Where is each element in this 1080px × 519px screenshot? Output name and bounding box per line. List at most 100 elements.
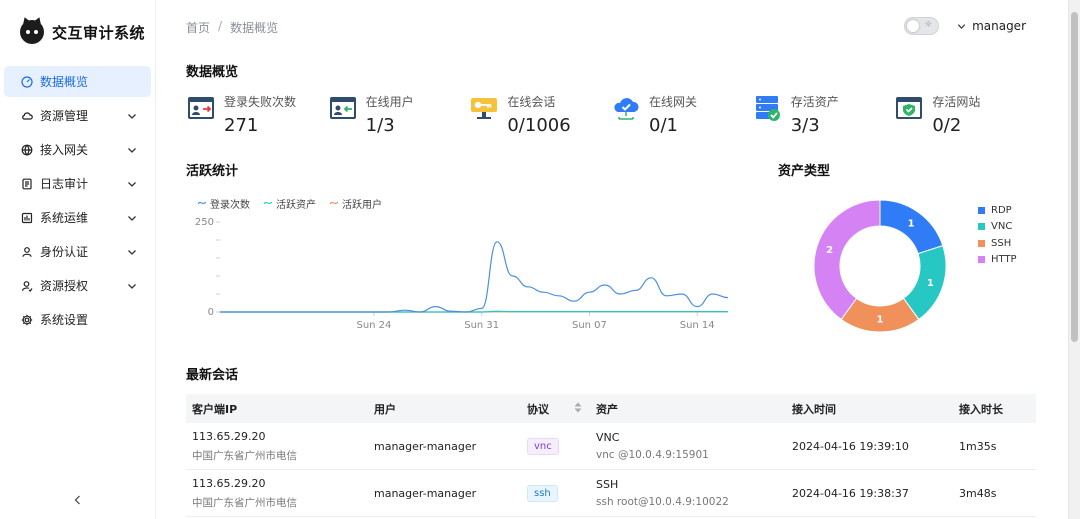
sidebar-item-ops[interactable]: 系统运维 bbox=[4, 202, 151, 233]
client-ip-cell: 113.65.29.20 中国广东省广州市电信 bbox=[186, 430, 368, 463]
client-ip: 113.65.29.20 bbox=[192, 476, 266, 490]
column-header: 资产 bbox=[590, 401, 786, 417]
legend-label: RDP bbox=[991, 204, 1012, 216]
stat-value: 0/1 bbox=[649, 115, 678, 136]
stat-label: 在线用户 bbox=[365, 95, 414, 109]
legend-item-ssh[interactable]: SSH bbox=[978, 235, 1017, 252]
stat-value: 0/1006 bbox=[507, 115, 571, 136]
sidebar-item-label: 系统运维 bbox=[40, 211, 89, 225]
brand[interactable]: 交互审计系统 bbox=[20, 18, 145, 46]
audit-log-icon bbox=[21, 178, 33, 190]
legend-item-vnc[interactable]: VNC bbox=[978, 219, 1017, 236]
column-header-label: 资产 bbox=[596, 402, 618, 416]
app-name: 交互审计系统 bbox=[52, 23, 146, 42]
legend-swatch bbox=[978, 223, 985, 231]
column-header[interactable]: 协议 bbox=[521, 401, 590, 417]
stat-value: 1/3 bbox=[365, 115, 395, 136]
access-time-cell: 2024-04-16 19:39:10 bbox=[786, 440, 953, 453]
session-user: manager-manager bbox=[374, 486, 477, 500]
username: manager bbox=[972, 19, 1026, 33]
server-check-icon bbox=[753, 93, 783, 123]
sidebar-item-label: 接入网关 bbox=[40, 143, 89, 157]
table-header: 客户端IP 用户 协议 资产 接入时间 接入时长 bbox=[186, 394, 1036, 423]
asset-type-legend: RDP VNC SSH HTTP bbox=[978, 202, 1017, 268]
x-tick-label: Sun 24 bbox=[356, 320, 391, 331]
sidebar-item-label: 数据概览 bbox=[40, 75, 89, 89]
chevron-left-icon bbox=[74, 495, 80, 505]
main-content: 首页 / 数据概览 ☼ manager 数据概览 登录失败次数 271 在线用户 1/… bbox=[156, 0, 1068, 519]
cloud-gateway-icon bbox=[611, 93, 641, 123]
legend-item-rdp[interactable]: RDP bbox=[978, 202, 1017, 219]
legend-label: HTTP bbox=[991, 254, 1017, 266]
sidebar-item-resources[interactable]: 资源管理 bbox=[4, 100, 151, 131]
stat-text: 登录失败次数 271 bbox=[224, 92, 296, 136]
cat-logo-icon bbox=[20, 20, 44, 44]
table-row[interactable]: 113.65.29.20 中国广东省广州市电信 manager-manager ssh… bbox=[186, 470, 1036, 517]
asset-name[interactable]: SSH bbox=[596, 478, 786, 491]
chevron-down-icon bbox=[127, 281, 137, 291]
asset-cell: VNC vnc @10.0.4.9:15901 bbox=[590, 431, 786, 461]
dashboard-icon bbox=[21, 75, 33, 88]
sidebar-item-authorization[interactable]: 资源授权 bbox=[4, 270, 151, 301]
sidebar-menu: 数据概览资源管理接入网关日志审计系统运维身份认证资源授权系统设置 bbox=[4, 66, 151, 338]
duration-cell: 3m48s bbox=[953, 487, 1036, 500]
scrollbar-thumb[interactable] bbox=[1071, 12, 1078, 342]
legend-label: VNC bbox=[991, 221, 1013, 233]
stat-text: 存活网站 0/2 bbox=[932, 92, 980, 136]
protocol-cell: ssh bbox=[521, 484, 590, 502]
chevron-down-icon bbox=[127, 247, 137, 257]
sidebar-item-label: 资源管理 bbox=[40, 109, 89, 123]
cloud-resource-icon bbox=[21, 110, 33, 122]
asset-type-donut: 1 1 1 2 bbox=[813, 199, 947, 333]
sidebar-item-label: 系统设置 bbox=[40, 313, 89, 327]
stat-label: 登录失败次数 bbox=[224, 95, 297, 109]
duration-cell: 1m35s bbox=[953, 440, 1036, 453]
header-actions: ☼ manager bbox=[904, 17, 1026, 35]
table-row[interactable]: 113.65.29.20 中国广东省广州市电信 manager-manager vnc… bbox=[186, 423, 1036, 470]
sidebar-item-settings[interactable]: 系统设置 bbox=[4, 304, 151, 335]
user-cell: manager-manager bbox=[368, 487, 521, 500]
x-tick-label: Sun 31 bbox=[464, 320, 499, 331]
stat-value: 3/3 bbox=[790, 115, 820, 136]
client-location: 中国广东省广州市电信 bbox=[192, 496, 297, 509]
x-tick-label: Sun 14 bbox=[680, 320, 715, 331]
collapse-sidebar-button[interactable] bbox=[70, 492, 86, 508]
asset-detail: vnc @10.0.4.9:15901 bbox=[596, 449, 709, 461]
column-header: 接入时间 bbox=[786, 401, 953, 417]
overview-stats: 登录失败次数 271 在线用户 1/3 在线会话 0/1006 在线网关 0/1 存活资产 3/3… bbox=[186, 92, 1036, 136]
chevron-down-icon bbox=[127, 179, 137, 189]
access-duration: 1m35s bbox=[959, 439, 997, 453]
user-cell: manager-manager bbox=[368, 440, 521, 453]
session-user: manager-manager bbox=[374, 439, 477, 453]
column-header-label: 接入时长 bbox=[959, 402, 1003, 416]
overview-title: 数据概览 bbox=[186, 65, 239, 80]
sidebar-item-identity[interactable]: 身份认证 bbox=[4, 236, 151, 267]
stat-online-sessions: 在线会话 0/1006 bbox=[469, 92, 611, 136]
sort-icon[interactable] bbox=[574, 402, 582, 416]
slice-http[interactable] bbox=[813, 199, 881, 321]
user-menu[interactable]: manager bbox=[957, 19, 1026, 33]
page-scrollbar[interactable] bbox=[1068, 0, 1080, 519]
asset-type-chart: 1 1 1 2 RDP VNC SSH HTTP bbox=[806, 196, 1066, 341]
sidebar-item-gateway[interactable]: 接入网关 bbox=[4, 134, 151, 165]
sun-icon: ☼ bbox=[923, 20, 933, 30]
gear-icon bbox=[21, 314, 33, 326]
y-tick-label: 250 bbox=[195, 217, 214, 228]
stat-label: 在线网关 bbox=[649, 95, 698, 109]
breadcrumb: 首页 / 数据概览 bbox=[186, 19, 278, 36]
breadcrumb-home[interactable]: 首页 bbox=[186, 19, 210, 36]
slice-label: 1 bbox=[927, 278, 934, 289]
sessions-title: 最新会话 bbox=[186, 368, 239, 383]
sidebar-item-overview[interactable]: 数据概览 bbox=[4, 66, 151, 97]
legend-swatch bbox=[978, 256, 985, 264]
sessions-table: 客户端IP 用户 协议 资产 接入时间 接入时长 113.65.29.20 中国广东省广州市… bbox=[186, 394, 1036, 517]
online-user-icon bbox=[328, 93, 358, 123]
column-header-label: 协议 bbox=[527, 402, 549, 416]
asset-type-title: 资产类型 bbox=[778, 164, 831, 179]
sidebar-item-audit[interactable]: 日志审计 bbox=[4, 168, 151, 199]
theme-toggle[interactable]: ☼ bbox=[904, 17, 940, 35]
asset-name[interactable]: VNC bbox=[596, 431, 786, 444]
stat-alive-assets: 存活资产 3/3 bbox=[753, 92, 895, 136]
sidebar-item-label: 身份认证 bbox=[40, 245, 89, 259]
legend-item-http[interactable]: HTTP bbox=[978, 252, 1017, 269]
